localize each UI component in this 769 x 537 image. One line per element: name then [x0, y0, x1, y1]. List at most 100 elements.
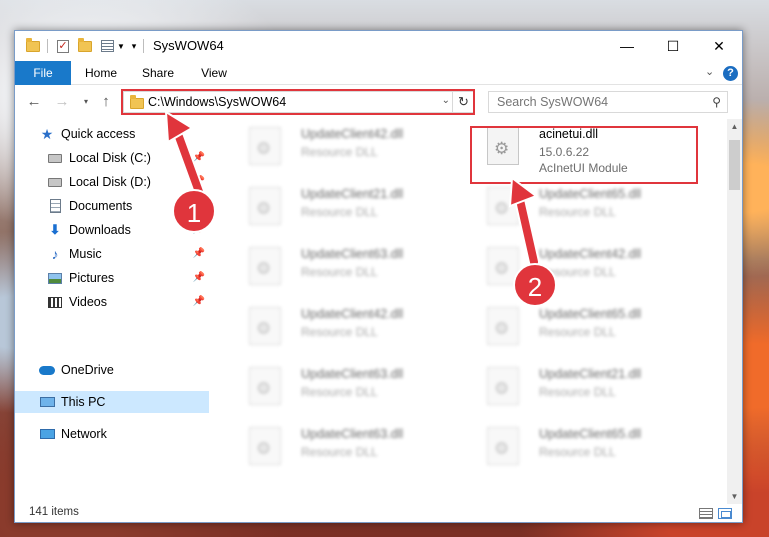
list-item[interactable]: UpdateClient65.dll Resource DLL	[473, 419, 703, 475]
file-type: Resource DLL	[539, 445, 616, 459]
tab-home[interactable]: Home	[75, 61, 127, 85]
window-title: SysWOW64	[153, 38, 224, 53]
dll-file-icon	[249, 367, 281, 405]
search-input[interactable]	[489, 92, 699, 112]
file-name: UpdateClient42.dll	[301, 307, 404, 321]
file-type: Resource DLL	[301, 385, 378, 399]
file-type: Resource DLL	[301, 325, 378, 339]
cloud-icon	[39, 363, 55, 377]
sidebar-item-this-pc[interactable]: This PC	[15, 391, 209, 413]
list-item[interactable]: UpdateClient21.dll Resource DLL	[235, 179, 465, 235]
title-bar: ✓ ▼ ▾ SysWOW64 — ☐ ✕	[15, 31, 742, 61]
file-type: Resource DLL	[301, 445, 378, 459]
picture-icon	[47, 271, 63, 285]
file-name: UpdateClient65.dll	[539, 307, 642, 321]
scrollbar-thumb[interactable]	[729, 140, 740, 190]
close-button[interactable]: ✕	[696, 31, 742, 61]
dll-file-icon	[487, 367, 519, 405]
forward-arrow-icon[interactable]: →	[53, 93, 71, 111]
tab-view[interactable]: View	[191, 61, 237, 85]
list-item[interactable]: UpdateClient65.dll Resource DLL	[473, 299, 703, 355]
sidebar-item-label: Downloads	[69, 223, 131, 237]
vertical-scrollbar[interactable]: ▲ ▼	[727, 119, 742, 504]
folder-icon	[25, 37, 41, 54]
film-strip-icon	[47, 295, 63, 309]
status-bar: 141 items	[15, 504, 742, 522]
file-type: Resource DLL	[539, 325, 616, 339]
sidebar-item-label: Music	[69, 247, 102, 261]
sidebar-item-label: Videos	[69, 295, 107, 309]
minimize-button[interactable]: —	[604, 31, 650, 61]
file-name: UpdateClient21.dll	[301, 187, 404, 201]
sidebar-item-onedrive[interactable]: OneDrive	[15, 359, 209, 381]
dll-file-icon	[249, 427, 281, 465]
dll-file-icon	[249, 187, 281, 225]
music-note-icon: ♪	[51, 246, 59, 262]
new-folder-icon[interactable]	[77, 37, 93, 54]
chevron-down-icon[interactable]: ▼	[117, 38, 125, 54]
search-box[interactable]: ⚲	[488, 91, 728, 113]
expand-ribbon-icon[interactable]: ⌄	[705, 65, 714, 78]
item-count: 141 items	[29, 506, 79, 518]
star-icon: ★	[40, 125, 54, 142]
list-item[interactable]: UpdateClient63.dll Resource DLL	[235, 419, 465, 475]
file-type: Resource DLL	[301, 145, 378, 159]
up-arrow-icon[interactable]: ↑	[97, 93, 115, 111]
toolbar-divider	[47, 39, 48, 53]
dll-file-icon	[249, 307, 281, 345]
customize-quick-access-icon[interactable]: ▾	[129, 38, 139, 54]
dll-file-icon	[249, 127, 281, 165]
tab-file[interactable]: File	[15, 61, 71, 85]
sidebar-item-videos[interactable]: Videos 📌	[15, 291, 209, 313]
file-type: Resource DLL	[539, 385, 616, 399]
pin-icon[interactable]: 📌	[193, 248, 205, 259]
document-icon	[47, 199, 63, 213]
file-name: UpdateClient21.dll	[539, 367, 642, 381]
pin-icon[interactable]: 📌	[193, 296, 205, 307]
file-name: UpdateClient63.dll	[301, 367, 404, 381]
sidebar-item-label: Local Disk (C:)	[69, 151, 151, 165]
search-icon[interactable]: ⚲	[712, 95, 721, 109]
step-badge-2: 2	[513, 263, 557, 307]
file-name: UpdateClient65.dll	[539, 427, 642, 441]
sidebar-item-label: Local Disk (D:)	[69, 175, 151, 189]
pin-icon[interactable]: 📌	[193, 272, 205, 283]
tiles-view-icon[interactable]	[718, 508, 732, 519]
list-item[interactable]: UpdateClient42.dll Resource DLL	[235, 119, 465, 175]
file-name: UpdateClient63.dll	[301, 427, 404, 441]
list-item[interactable]: UpdateClient42.dll Resource DLL	[235, 299, 465, 355]
computer-icon	[39, 395, 55, 409]
sidebar-item-label: OneDrive	[61, 363, 114, 377]
ribbon-tabs: File Home Share View ⌄ ?	[15, 61, 742, 85]
step-badge-1: 1	[172, 189, 216, 233]
help-icon[interactable]: ?	[723, 66, 738, 81]
properties-icon[interactable]	[99, 38, 115, 54]
sidebar-item-label: Documents	[69, 199, 133, 213]
sidebar-item-pictures[interactable]: Pictures 📌	[15, 267, 209, 289]
file-type: Resource DLL	[301, 265, 378, 279]
maximize-button[interactable]: ☐	[650, 31, 696, 61]
properties-check-icon[interactable]: ✓	[55, 38, 71, 54]
dll-file-icon	[487, 427, 519, 465]
network-icon	[39, 427, 55, 441]
back-arrow-icon[interactable]: ←	[25, 93, 43, 111]
sidebar-item-music[interactable]: ♪ Music 📌	[15, 243, 209, 265]
sidebar-item-network[interactable]: Network	[15, 423, 209, 445]
file-name: UpdateClient42.dll	[301, 127, 404, 141]
recent-locations-icon[interactable]: ▾	[77, 93, 95, 111]
list-item[interactable]: UpdateClient63.dll Resource DLL	[235, 359, 465, 415]
download-arrow-icon: ⬇	[49, 222, 61, 237]
toolbar-divider	[143, 39, 144, 53]
scroll-down-icon[interactable]: ▼	[727, 489, 742, 504]
details-view-icon[interactable]	[699, 508, 713, 519]
dll-file-icon	[487, 307, 519, 345]
sidebar-item-label: Pictures	[69, 271, 115, 285]
list-item[interactable]: UpdateClient63.dll Resource DLL	[235, 239, 465, 295]
hard-drive-icon	[47, 151, 63, 165]
scroll-up-icon[interactable]: ▲	[727, 119, 742, 134]
file-type: Resource DLL	[301, 205, 378, 219]
list-item[interactable]: UpdateClient21.dll Resource DLL	[473, 359, 703, 415]
tab-share[interactable]: Share	[133, 61, 183, 85]
sidebar-item-label: Quick access	[61, 127, 136, 141]
hard-drive-icon	[47, 175, 63, 189]
